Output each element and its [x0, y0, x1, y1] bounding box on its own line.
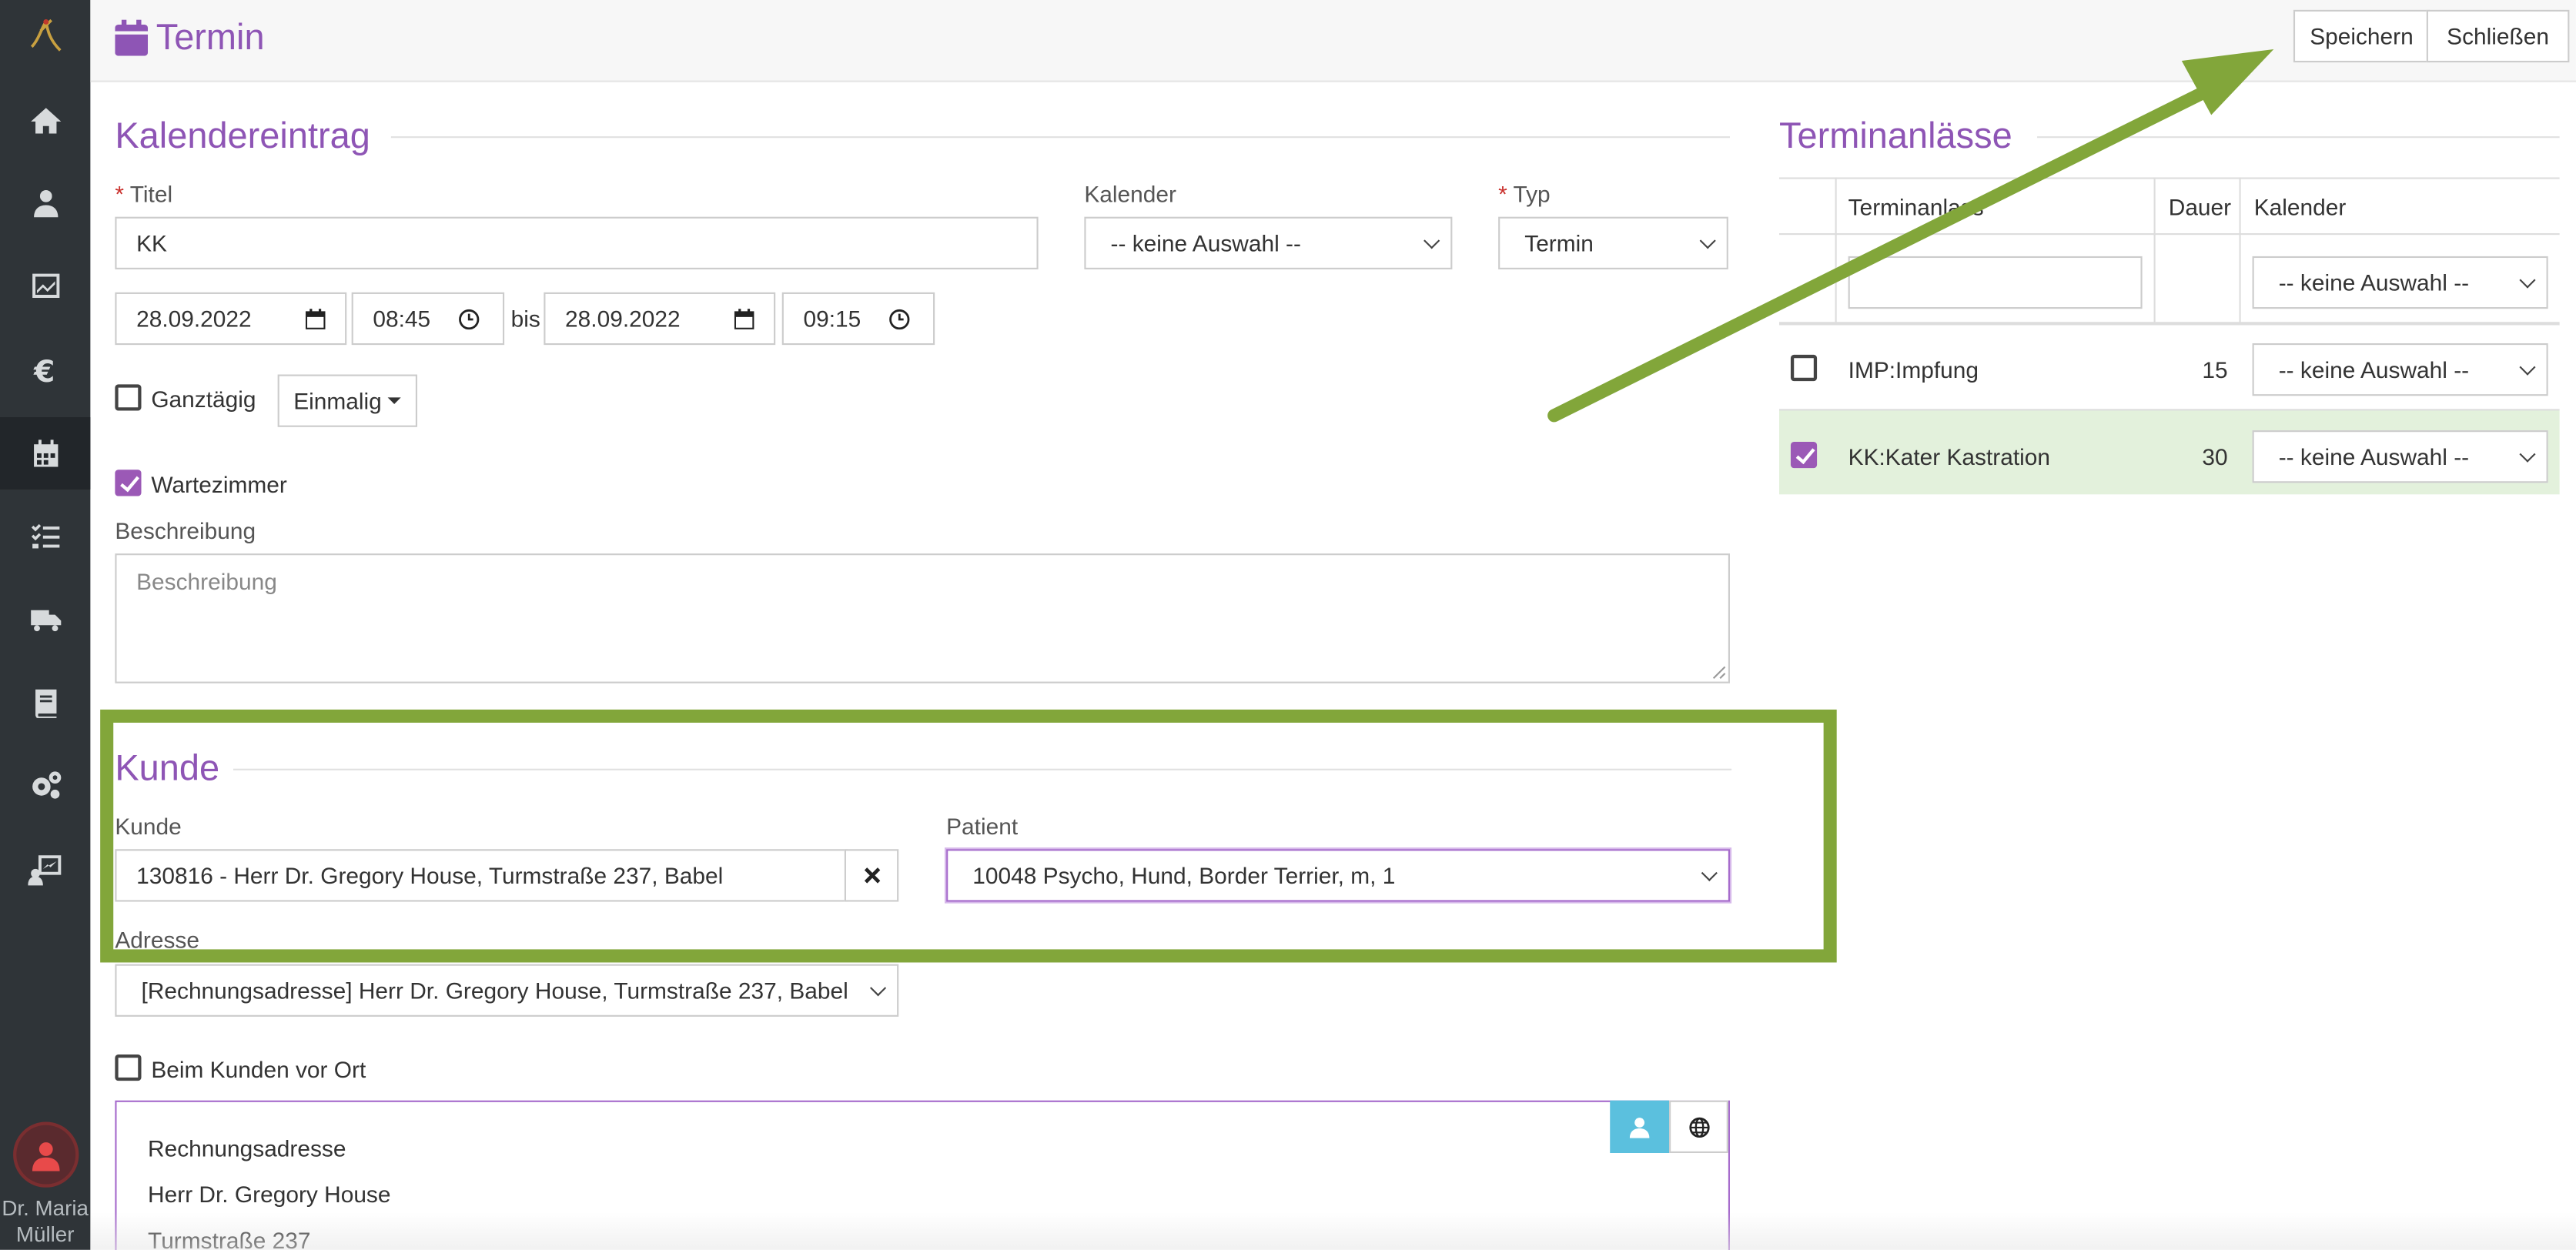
- annotation-arrow: [1547, 49, 2274, 423]
